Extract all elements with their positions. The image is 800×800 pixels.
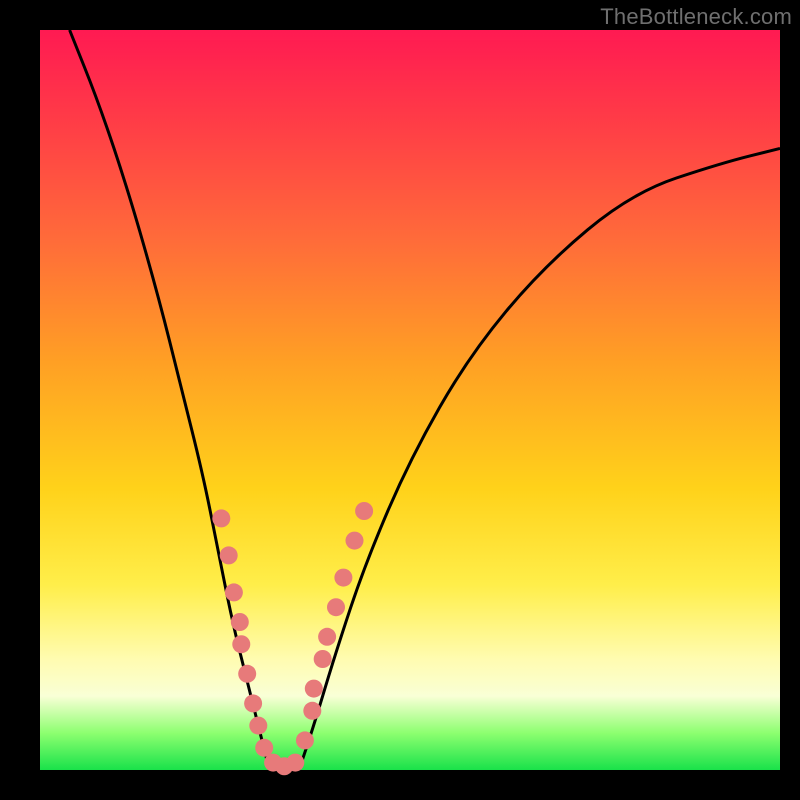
highlight-dot xyxy=(220,546,238,564)
highlight-dot xyxy=(305,680,323,698)
highlight-dots xyxy=(212,502,373,775)
highlight-dot xyxy=(212,509,230,527)
curve-svg xyxy=(40,30,780,770)
highlight-dot xyxy=(318,628,336,646)
plot-area xyxy=(40,30,780,770)
highlight-dot xyxy=(303,702,321,720)
highlight-dot xyxy=(232,635,250,653)
highlight-dot xyxy=(238,665,256,683)
highlight-dot xyxy=(334,569,352,587)
curve-right xyxy=(299,148,780,770)
highlight-dot xyxy=(355,502,373,520)
chart-frame: TheBottleneck.com xyxy=(0,0,800,800)
highlight-dot xyxy=(231,613,249,631)
highlight-dot xyxy=(244,694,262,712)
highlight-dot xyxy=(249,717,267,735)
watermark-text: TheBottleneck.com xyxy=(600,4,792,30)
highlight-dot xyxy=(314,650,332,668)
highlight-dot xyxy=(296,731,314,749)
highlight-dot xyxy=(286,754,304,772)
highlight-dot xyxy=(225,583,243,601)
highlight-dot xyxy=(327,598,345,616)
highlight-dot xyxy=(346,532,364,550)
curve-left xyxy=(70,30,270,770)
